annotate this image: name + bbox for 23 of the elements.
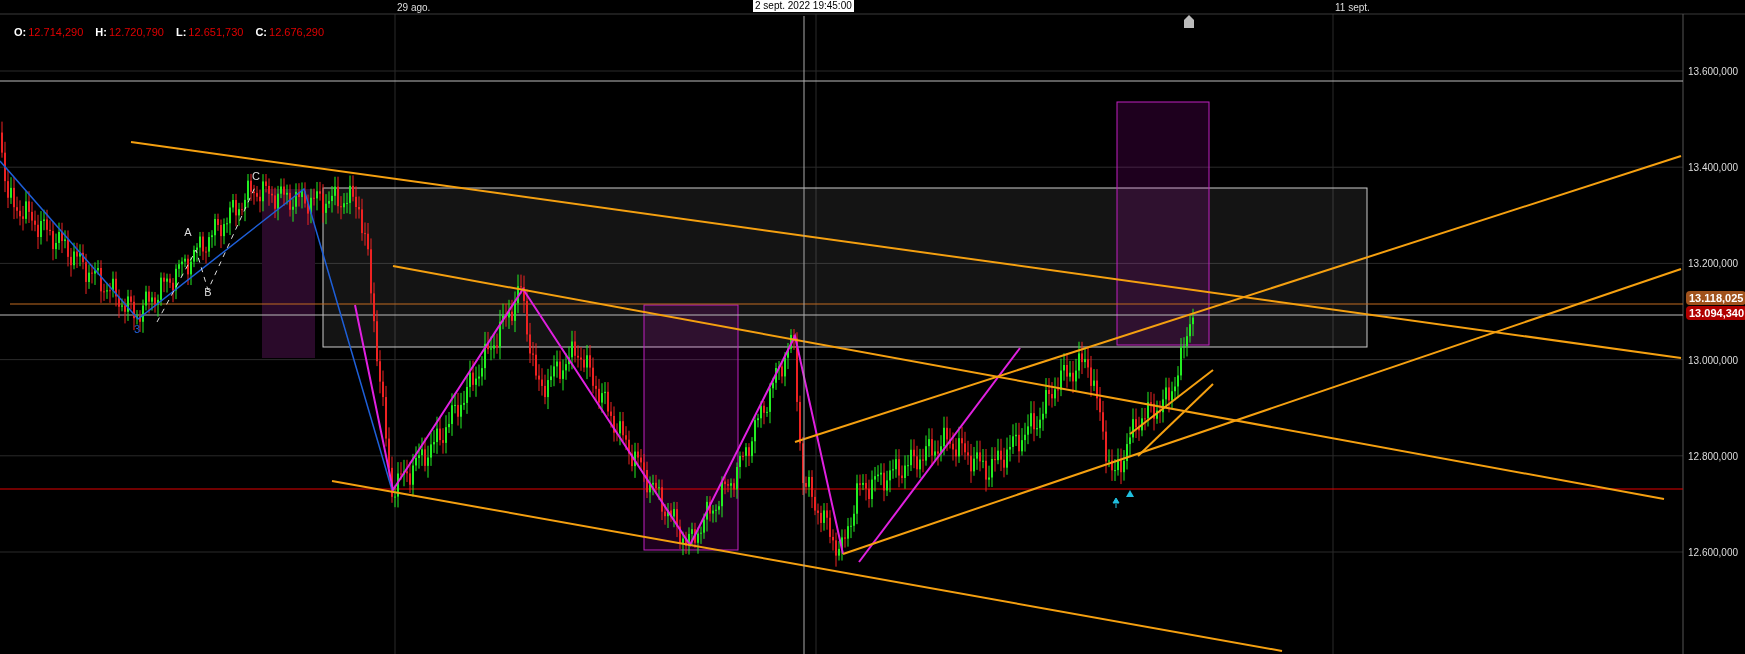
wave-label: B: [204, 286, 212, 298]
price-label: 13.400,000: [1688, 162, 1739, 174]
ohlc-value: 12.720,790: [108, 25, 164, 40]
ohlc-value: 12.651,730: [188, 25, 244, 40]
price-label: 13.600,000: [1688, 66, 1739, 77]
price-label: 13.000,000: [1688, 354, 1739, 366]
ohlc-label: O:: [14, 25, 27, 40]
wave-label: A: [184, 226, 192, 238]
ohlc-label: C:: [255, 25, 268, 40]
price-label: 12.600,000: [1688, 547, 1739, 558]
ohlc-label: H:: [95, 25, 107, 40]
price-label: 13.200,000: [1688, 258, 1739, 270]
price-badge: 13.118,025: [1686, 291, 1745, 305]
ohlc-value: 12.676,290: [269, 25, 325, 40]
crosshair-time-label: 2 sept. 2022 19:45:00: [753, 0, 854, 12]
price-label: 12.800,000: [1688, 450, 1739, 462]
wave-label: 3: [133, 323, 141, 335]
ohlc-value: 12.714,290: [28, 25, 84, 40]
wave-label: C: [252, 170, 260, 182]
date-label: 29 ago.: [397, 2, 431, 13]
ohlc-label: L:: [175, 25, 187, 40]
price-badge: 13.094,340: [1686, 306, 1745, 320]
date-label: 11 sept.: [1335, 2, 1370, 13]
